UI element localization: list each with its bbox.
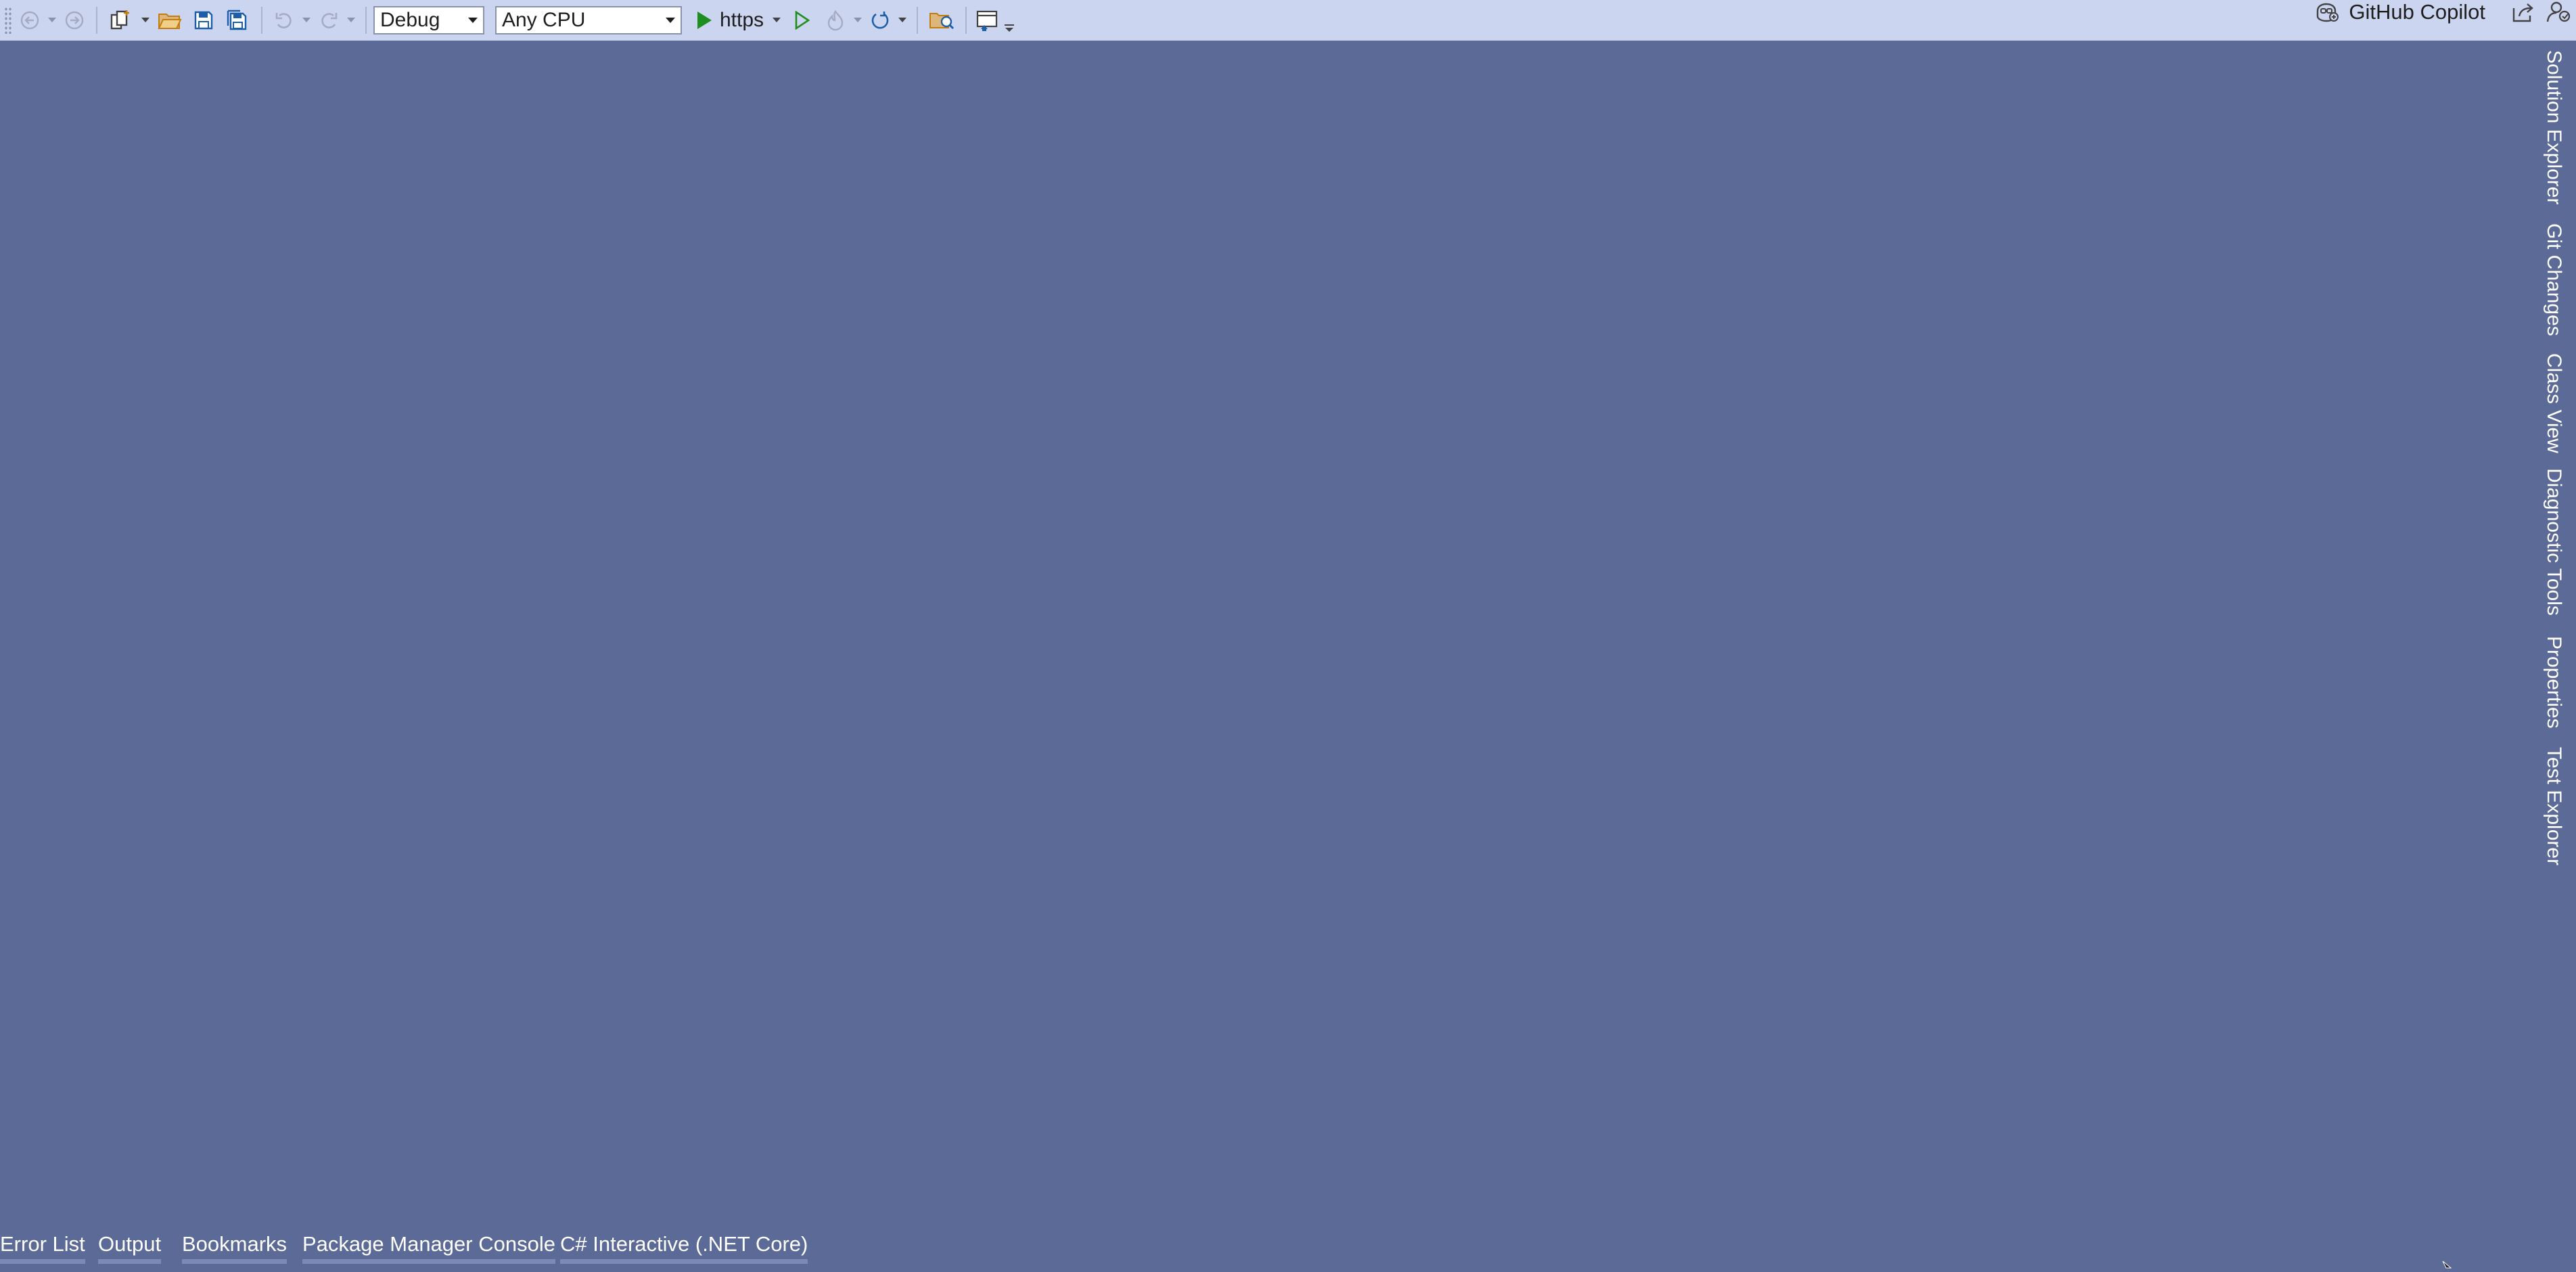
start-without-debugging-icon[interactable] <box>784 3 821 37</box>
tab-underline <box>98 1259 162 1264</box>
tab-output-label: Output <box>98 1232 162 1256</box>
solution-configuration-select[interactable]: Debug <box>373 6 484 35</box>
account-icon[interactable] <box>2546 0 2571 26</box>
github-copilot-label: GitHub Copilot <box>2349 0 2485 24</box>
tab-underline <box>302 1259 555 1264</box>
tab-underline <box>560 1259 808 1264</box>
start-debugging-icon <box>697 12 712 29</box>
open-folder-icon[interactable] <box>153 3 187 37</box>
mouse-cursor-icon <box>2442 1260 2453 1272</box>
chevron-down-icon <box>468 18 478 23</box>
hot-reload-dropdown-icon[interactable] <box>850 3 865 37</box>
standard-toolbar: Debug Any CPU https GitHub Copilot <box>0 0 2576 41</box>
bottom-tool-window-tabs: Error List Output Bookmarks Package Mana… <box>0 1226 879 1267</box>
tab-test-explorer[interactable]: Test Explorer <box>2542 747 2565 865</box>
undo-dropdown-icon[interactable] <box>299 3 314 37</box>
tab-error-list-label: Error List <box>0 1232 85 1256</box>
run-target-label: https <box>720 9 764 31</box>
tab-properties[interactable]: Properties <box>2542 636 2565 729</box>
toolbar-separator <box>96 7 97 34</box>
forward-arrow-icon[interactable] <box>60 3 89 37</box>
copilot-icon <box>2317 3 2339 22</box>
tab-solution-explorer[interactable]: Solution Explorer <box>2542 50 2565 204</box>
solution-configuration-value: Debug <box>380 9 440 31</box>
save-all-icon[interactable] <box>221 3 254 37</box>
solution-platform-value: Any CPU <box>502 9 586 31</box>
right-tool-window-rail: Solution Explorer Git Changes Class View… <box>2525 41 2576 1269</box>
tab-output[interactable]: Output <box>98 1226 162 1267</box>
run-target-dropdown-icon[interactable] <box>769 3 784 37</box>
tab-underline <box>0 1259 85 1264</box>
restart-dropdown-icon[interactable] <box>895 3 910 37</box>
undo-icon[interactable] <box>269 3 299 37</box>
hot-reload-icon[interactable] <box>821 3 850 37</box>
solution-explorer-search-icon[interactable] <box>925 3 959 37</box>
back-dropdown-icon[interactable] <box>45 3 60 37</box>
tab-error-list[interactable]: Error List <box>0 1226 85 1267</box>
new-project-dropdown-icon[interactable] <box>138 3 153 37</box>
tab-diagnostic-tools[interactable]: Diagnostic Tools <box>2542 468 2565 616</box>
back-arrow-icon[interactable] <box>15 3 45 37</box>
window-layout-icon[interactable] <box>973 3 1001 37</box>
toolbar-separator <box>365 7 367 34</box>
tab-git-changes[interactable]: Git Changes <box>2542 223 2565 336</box>
tab-bookmarks-label: Bookmarks <box>182 1232 288 1256</box>
save-icon[interactable] <box>187 3 221 37</box>
github-copilot-button[interactable]: GitHub Copilot <box>2314 0 2485 24</box>
toolbar-separator <box>965 7 967 34</box>
redo-dropdown-icon[interactable] <box>344 3 359 37</box>
toolbar-separator <box>261 7 262 34</box>
tab-class-view[interactable]: Class View <box>2542 353 2565 453</box>
share-icon[interactable] <box>2511 1 2535 26</box>
tab-csharp-interactive[interactable]: C# Interactive (.NET Core) <box>560 1226 808 1267</box>
toolbar-separator <box>917 7 919 34</box>
redo-icon[interactable] <box>314 3 344 37</box>
tab-underline <box>182 1259 288 1264</box>
tab-bookmarks[interactable]: Bookmarks <box>182 1226 288 1267</box>
tab-package-manager-console-label: Package Manager Console <box>302 1232 555 1256</box>
restart-icon[interactable] <box>865 3 895 37</box>
solution-platform-select[interactable]: Any CPU <box>495 6 682 35</box>
document-well[interactable] <box>0 41 2523 1225</box>
toolbar-overflow-icon[interactable] <box>1001 3 1018 37</box>
grip-icon[interactable] <box>4 7 12 34</box>
chevron-down-icon <box>666 18 675 23</box>
start-debugging-button[interactable]: https <box>695 3 764 37</box>
new-project-icon[interactable] <box>104 3 138 37</box>
tab-csharp-interactive-label: C# Interactive (.NET Core) <box>560 1232 808 1256</box>
tab-package-manager-console[interactable]: Package Manager Console <box>302 1226 555 1267</box>
